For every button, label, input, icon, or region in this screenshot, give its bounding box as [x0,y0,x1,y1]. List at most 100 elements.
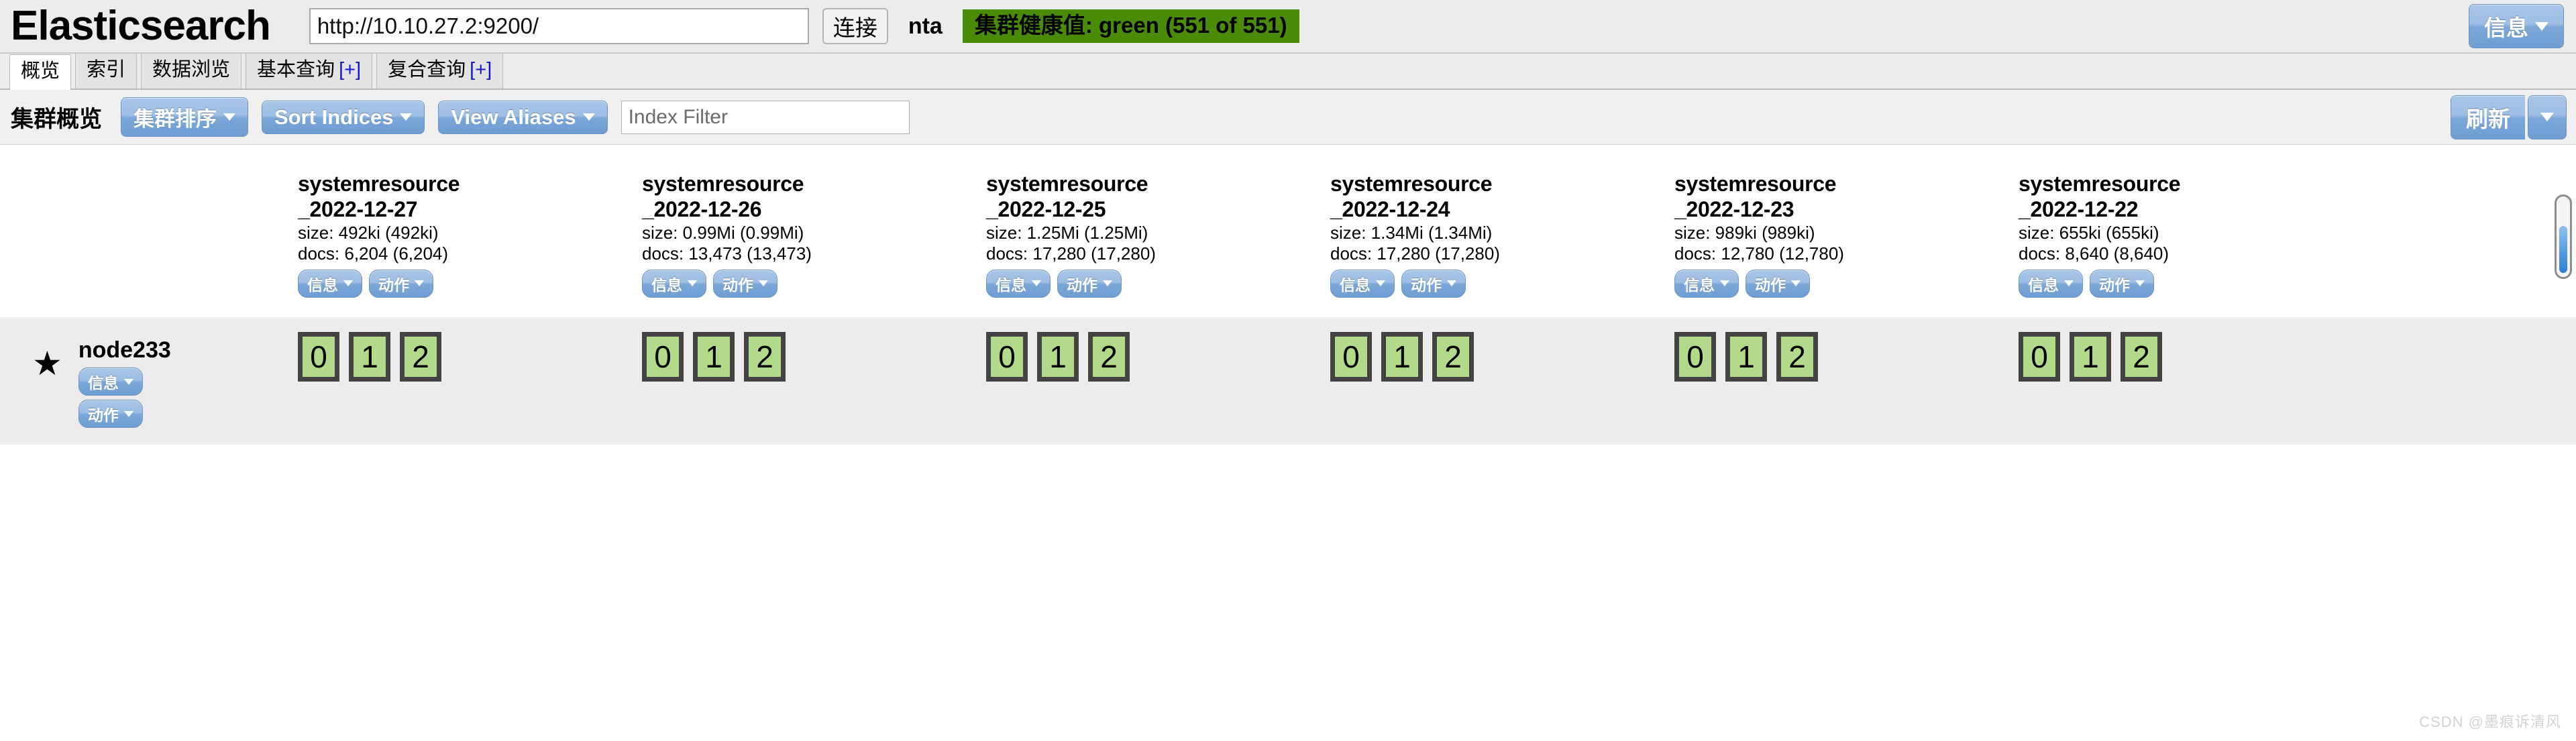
node-info-label: 信息 [87,374,119,392]
vertical-scrollbar[interactable] [2555,194,2572,279]
index-name: systemresource_2022-12-27 [298,172,460,221]
shard-box[interactable]: 0 [298,332,339,382]
shard-box[interactable]: 0 [986,332,1028,382]
shard-box[interactable]: 2 [400,332,441,382]
shard-box[interactable]: 1 [1037,332,1079,382]
chevron-down-icon [582,113,595,121]
chevron-down-icon [1447,280,1456,287]
sort-indices-button[interactable]: Sort Indices [262,100,425,134]
shard-box[interactable]: 0 [1674,332,1716,382]
tab-basic-query[interactable]: 基本查询 [+] [246,53,373,89]
index-card: systemresource_2022-12-22 size: 655ki (6… [2019,145,2191,298]
index-size: size: 492ki (492ki) [298,222,439,243]
index-card: systemresource_2022-12-27 size: 492ki (4… [298,145,470,298]
shard-group: 0 1 2 [642,332,814,382]
connect-button[interactable]: 连接 [822,8,888,44]
chevron-down-icon [2064,280,2074,287]
shard-group: 0 1 2 [1674,332,1847,382]
chevron-down-icon [400,113,413,121]
index-info-label: 信息 [2028,276,2059,294]
shard-box[interactable]: 2 [2121,332,2162,382]
index-filter-input[interactable] [621,100,910,134]
node-info-button[interactable]: 信息 [78,367,143,396]
index-name: systemresource_2022-12-25 [986,172,1148,221]
chevron-down-icon [1720,280,1729,287]
tab-data-browser[interactable]: 数据浏览 [141,53,242,89]
vertical-scrollbar-thumb[interactable] [2559,226,2567,273]
chevron-down-icon [1032,280,1041,287]
view-aliases-button[interactable]: View Aliases [438,100,608,134]
node-meta: node233 信息 动作 [78,337,171,428]
tab-indices[interactable]: 索引 [75,53,138,89]
index-action-button[interactable]: 动作 [1746,269,1810,298]
refresh-dropdown-button[interactable] [2528,95,2567,139]
index-action-button[interactable]: 动作 [369,269,433,298]
index-action-label: 动作 [722,276,753,294]
node-action-button[interactable]: 动作 [78,400,143,428]
tab-composite-query[interactable]: 复合查询 [+] [376,53,504,89]
index-info-button[interactable]: 信息 [298,269,362,298]
index-size: size: 1.25Mi (1.25Mi) [986,222,1148,243]
shard-box[interactable]: 1 [1725,332,1767,382]
index-card-buttons: 信息 动作 [298,269,470,298]
index-docs: docs: 8,640 (8,640) [2019,243,2169,264]
shard-box[interactable]: 2 [1776,332,1818,382]
cluster-sort-button[interactable]: 集群排序 [121,97,248,137]
index-info-label: 信息 [307,276,338,294]
shard-group: 0 1 2 [298,332,470,382]
index-info-button[interactable]: 信息 [1330,269,1395,298]
shard-box[interactable]: 2 [744,332,786,382]
tab-basic-query-label: 基本查询 [257,59,335,81]
index-action-button[interactable]: 动作 [1401,269,1466,298]
index-name: systemresource_2022-12-24 [1330,172,1493,221]
shard-box[interactable]: 2 [1088,332,1130,382]
index-action-button[interactable]: 动作 [713,269,777,298]
refresh-button[interactable]: 刷新 [2451,95,2525,139]
shard-box[interactable]: 0 [1330,332,1372,382]
shard-box[interactable]: 2 [1432,332,1474,382]
node-label-cell: ★ node233 信息 动作 [0,317,298,428]
index-info-button[interactable]: 信息 [1674,269,1739,298]
shard-box[interactable]: 0 [642,332,684,382]
index-info-button[interactable]: 信息 [2019,269,2083,298]
index-info-label: 信息 [996,276,1026,294]
tab-overview[interactable]: 概览 [9,54,72,90]
chevron-down-icon [223,113,235,121]
shard-box[interactable]: 1 [349,332,390,382]
shard-group: 0 1 2 [2019,332,2191,382]
tab-overview-label: 概览 [21,60,60,82]
chevron-down-icon [415,280,424,287]
chevron-down-icon [123,410,133,417]
index-size: size: 989ki (989ki) [1674,222,1815,243]
index-card: systemresource_2022-12-23 size: 989ki (9… [1674,145,1847,298]
app-brand-title: Elasticsearch [11,3,271,49]
index-action-label: 动作 [378,276,409,294]
index-action-label: 动作 [1411,276,1442,294]
chevron-down-icon [1103,280,1112,287]
chevron-down-icon [343,280,353,287]
shard-box[interactable]: 1 [693,332,735,382]
index-action-button[interactable]: 动作 [2090,269,2154,298]
view-aliases-label: View Aliases [451,105,576,129]
index-info-button[interactable]: 信息 [986,269,1051,298]
index-card-buttons: 信息 动作 [642,269,814,298]
index-info-button[interactable]: 信息 [642,269,706,298]
index-card-row: systemresource_2022-12-27 size: 492ki (4… [0,145,2576,317]
index-size: size: 1.34Mi (1.34Mi) [1330,222,1493,243]
host-url-input[interactable] [309,8,809,44]
overview-toolbar: 集群概览 集群排序 Sort Indices View Aliases 刷新 [0,90,2576,145]
index-action-label: 动作 [1067,276,1097,294]
main-tabbar: 概览 索引 数据浏览 基本查询 [+] 复合查询 [+] [0,53,2576,90]
shard-box[interactable]: 1 [2070,332,2111,382]
shard-group: 0 1 2 [1330,332,1503,382]
index-action-button[interactable]: 动作 [1057,269,1122,298]
index-card-buttons: 信息 动作 [986,269,1159,298]
shard-box[interactable]: 1 [1381,332,1423,382]
shard-box[interactable]: 0 [2019,332,2060,382]
sort-indices-label: Sort Indices [274,105,394,129]
header-info-button[interactable]: 信息 [2469,4,2564,48]
index-name: systemresource_2022-12-26 [642,172,804,221]
tab-data-browser-label: 数据浏览 [152,59,231,81]
shard-grid: 0 1 2 0 1 2 0 1 2 0 1 2 0 1 2 0 1 2 [298,317,2576,382]
chevron-down-icon [1376,280,1385,287]
